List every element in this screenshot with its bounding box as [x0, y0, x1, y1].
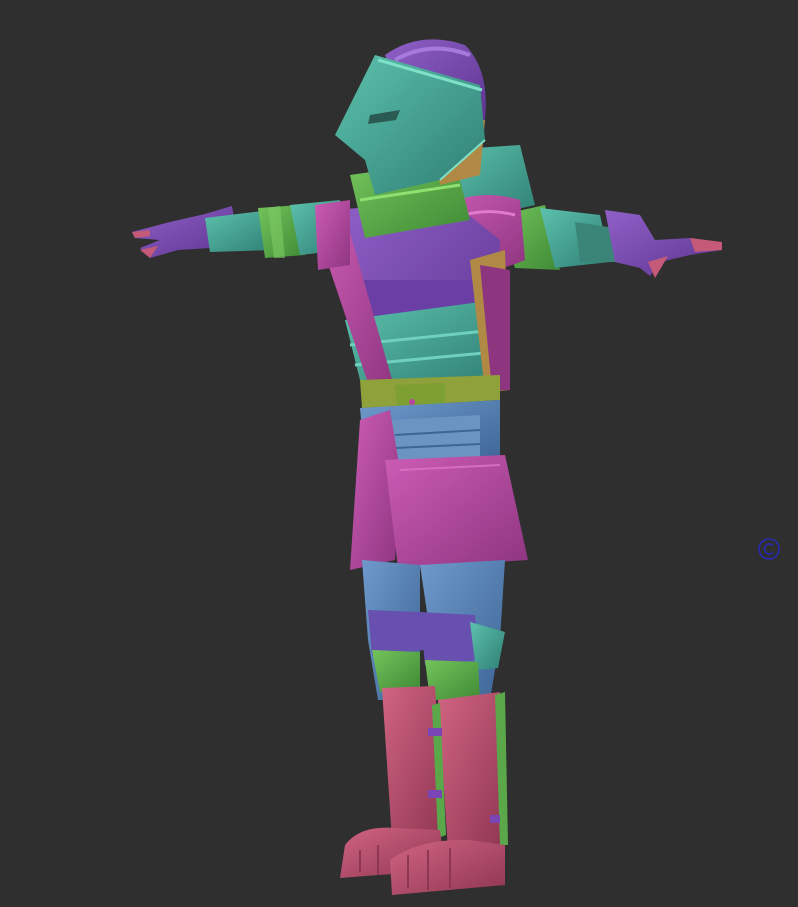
3d-viewport[interactable] [0, 0, 798, 907]
legs [362, 560, 505, 700]
right-arm [500, 205, 722, 278]
helmet [335, 39, 486, 195]
left-pauldron [315, 200, 350, 270]
boots [340, 686, 508, 895]
rotation-gizmo-icon[interactable] [758, 538, 780, 560]
knight-model[interactable] [0, 0, 798, 907]
